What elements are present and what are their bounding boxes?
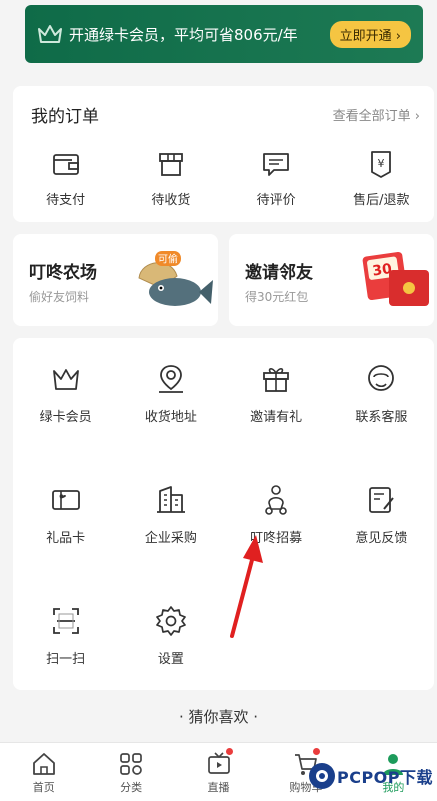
service-enterprise[interactable]: 企业采购: [118, 483, 223, 546]
services-card: 绿卡会员 收货地址 邀请有礼 联系客服 礼品卡 企业采购 叮咚招募 意见反馈 扫…: [13, 338, 434, 690]
service-customer-support[interactable]: 联系客服: [329, 362, 434, 425]
order-pending-review[interactable]: 待评价: [224, 148, 329, 208]
tab-home[interactable]: 首页: [0, 743, 87, 801]
vip-banner-area: 开通绿卡会员，平均可省806元/年 立即开通 ›: [0, 0, 437, 82]
orders-title: 我的订单: [31, 107, 99, 127]
service-label: 礼品卡: [46, 531, 86, 546]
location-icon: [158, 365, 183, 393]
service-address[interactable]: 收货地址: [118, 362, 223, 425]
order-item-label: 待收货: [151, 193, 191, 208]
tab-live[interactable]: 直播: [175, 743, 262, 801]
tab-label: 直播: [207, 781, 230, 794]
service-vip-card[interactable]: 绿卡会员: [13, 362, 118, 425]
guess-you-like-title: · 猜你喜欢 ·: [178, 708, 259, 726]
service-invite[interactable]: 邀请有礼: [224, 362, 329, 425]
service-label: 设置: [157, 652, 184, 667]
service-label: 绿卡会员: [39, 410, 92, 425]
farm-subtitle: 偷好友饲料: [29, 290, 90, 304]
wallet-icon: [52, 154, 79, 175]
order-item-label: 待支付: [46, 193, 86, 208]
service-settings[interactable]: 设置: [118, 604, 223, 667]
gift-card-icon: [51, 490, 80, 510]
farm-title: 叮咚农场: [29, 263, 97, 283]
invite-title: 邀请邻友: [245, 263, 313, 283]
service-feedback[interactable]: 意见反馈: [329, 483, 434, 546]
service-label: 联系客服: [355, 410, 408, 425]
order-refund[interactable]: ¥ 售后/退款: [329, 148, 434, 208]
open-vip-button[interactable]: 立即开通 ›: [329, 20, 411, 48]
category-icon: [120, 753, 142, 775]
orders-card: 我的订单 查看全部订单 › 待支付 待收货 待评价 ¥ 售后/退款: [13, 86, 434, 222]
steal-badge: 可偷: [158, 253, 178, 266]
watermark-text: PCPOP下载: [336, 768, 433, 787]
gear-icon: [156, 606, 186, 636]
live-notification-dot: [225, 748, 233, 755]
building-icon: [156, 486, 185, 513]
service-label: 企业采购: [144, 531, 197, 546]
service-label: 邀请有礼: [250, 410, 303, 425]
order-pending-receipt[interactable]: 待收货: [118, 148, 223, 208]
live-icon: [207, 752, 230, 774]
home-icon: [32, 753, 55, 775]
watermark: PCPOP下载: [307, 761, 433, 791]
tab-label: 首页: [32, 781, 55, 794]
service-label: 收货地址: [144, 410, 197, 425]
fish-icon: 可偷: [138, 251, 213, 306]
vip-banner-text: 开通绿卡会员，平均可省806元/年: [69, 25, 298, 44]
feedback-icon: [369, 487, 395, 513]
comment-icon: [263, 153, 290, 176]
service-label: 叮咚招募: [250, 531, 303, 546]
service-label: 意见反馈: [355, 531, 408, 546]
tab-label: 分类: [120, 781, 143, 794]
rider-icon: [265, 485, 287, 515]
order-pending-payment[interactable]: 待支付: [13, 148, 118, 208]
invite-subtitle: 得30元红包: [245, 290, 309, 304]
service-label: 扫一扫: [46, 652, 86, 667]
order-item-label: 待评价: [256, 193, 296, 208]
cart-notification-dot: [312, 748, 320, 755]
svg-text:¥: ¥: [378, 157, 385, 170]
service-gift-card[interactable]: 礼品卡: [13, 483, 118, 546]
tab-category[interactable]: 分类: [87, 743, 174, 801]
crown-icon: [52, 369, 79, 390]
invite-promo-card[interactable]: 邀请邻友 得30元红包 30: [229, 234, 434, 326]
vip-banner[interactable]: 开通绿卡会员，平均可省806元/年 立即开通 ›: [25, 5, 423, 63]
farm-promo-card[interactable]: 叮咚农场 偷好友饲料 可偷: [13, 234, 218, 326]
service-icon: [368, 365, 395, 391]
gift-icon: [263, 368, 290, 392]
view-all-orders-link[interactable]: 查看全部订单 ›: [333, 105, 420, 124]
scan-icon: [52, 608, 79, 634]
box-icon: [158, 153, 183, 176]
watermark-logo-icon: [308, 763, 335, 789]
refund-icon: ¥: [371, 151, 392, 178]
service-recruit[interactable]: 叮咚招募: [224, 483, 329, 546]
service-scan[interactable]: 扫一扫: [13, 604, 118, 667]
order-item-label: 售后/退款: [353, 193, 410, 208]
red-packet-icon: 30: [362, 251, 429, 306]
crown-icon: [38, 25, 62, 43]
